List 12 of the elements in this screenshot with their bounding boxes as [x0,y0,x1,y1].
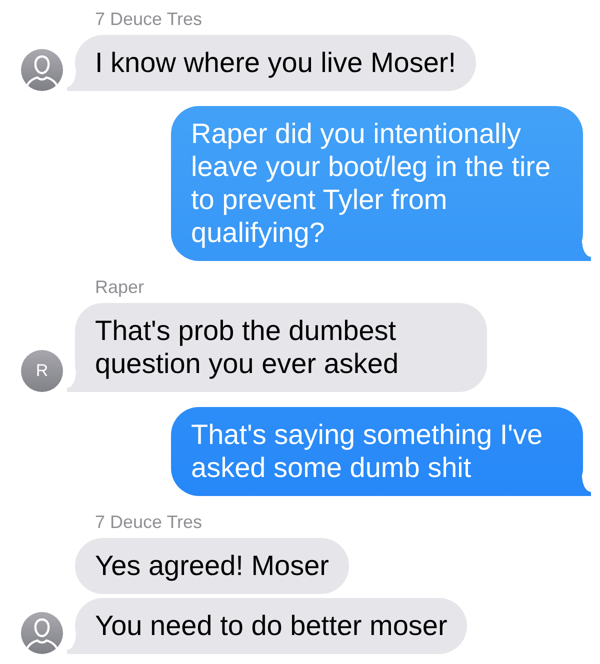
contact-silhouette-icon [21,612,63,654]
message-bubble: That's saying something I've asked some dumb shit [171,407,591,496]
sender-name: Raper [95,276,144,298]
sender-name: 7 Deuce Tres [95,511,202,533]
message-bubble: Yes agreed! Moser [75,538,349,594]
contact-silhouette-icon [21,49,63,91]
sender-name: 7 Deuce Tres [95,8,202,30]
message-bubble: I know where you live Moser! [67,35,476,91]
message-bubble: Raper did you intentionally leave your boot/leg in the tire to prevent Tyler from qualifying? [171,106,591,261]
message-bubble: You need to do better moser [67,598,468,654]
message-bubble: That's prob the dumbest question you ever asked [67,303,487,392]
initials-avatar: R [21,350,63,392]
